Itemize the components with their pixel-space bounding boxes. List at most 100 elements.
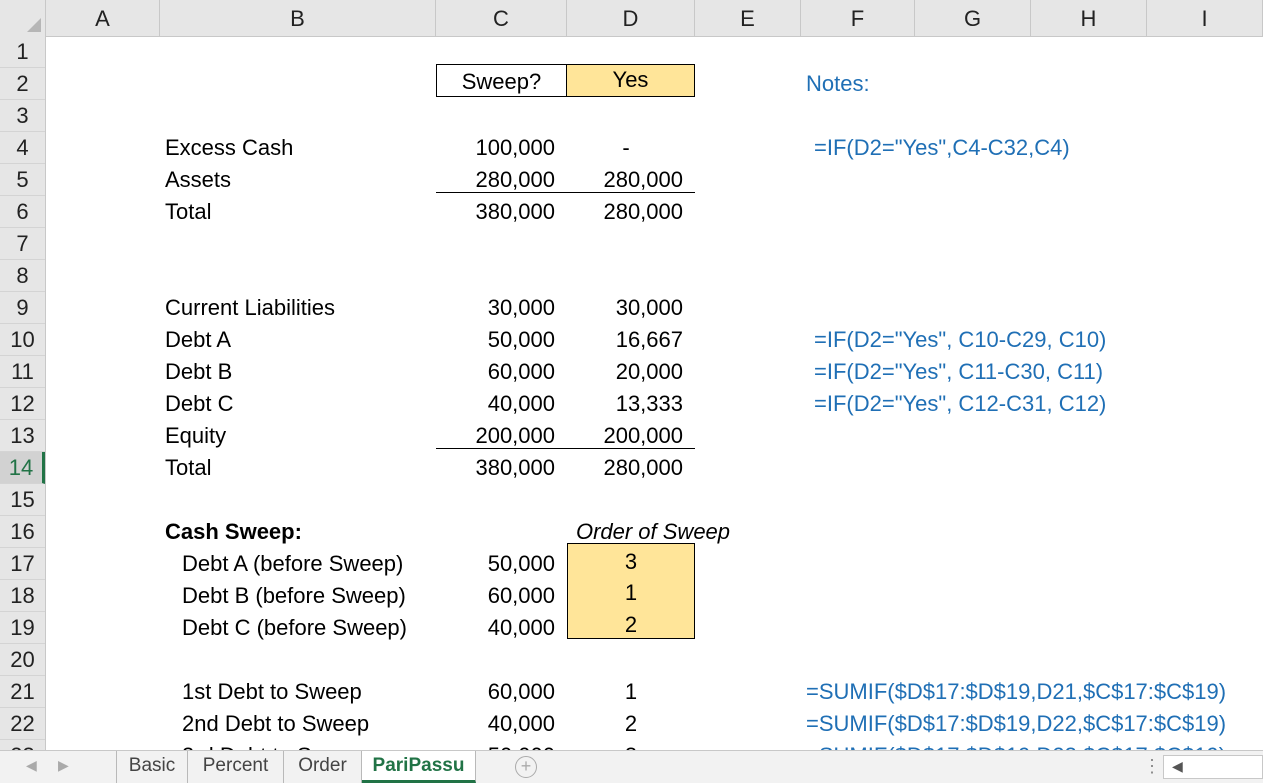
row-header[interactable]: 2 (0, 68, 45, 100)
row-header[interactable]: 1 (0, 36, 45, 68)
row-header[interactable]: 5 (0, 164, 45, 196)
underline-row5 (436, 192, 695, 193)
debt-a-sweep-order-input[interactable]: 3 (567, 543, 695, 576)
column-header-c[interactable]: C (436, 0, 567, 36)
column-header-h[interactable]: H (1031, 0, 1147, 36)
liabilities-total-c[interactable]: 380,000 (436, 452, 555, 484)
current-liabilities-d[interactable]: 30,000 (567, 292, 683, 324)
row-header[interactable]: 22 (0, 708, 45, 740)
scroll-left-arrow-icon[interactable]: ◀ (1172, 758, 1183, 775)
debt-b-sweep-order-input[interactable]: 1 (567, 575, 695, 608)
second-debt-to-sweep-label[interactable]: 2nd Debt to Sweep (182, 708, 436, 740)
tab-basic[interactable]: Basic (116, 751, 188, 783)
horizontal-scrollbar[interactable]: ◀ (1163, 755, 1263, 779)
row-header[interactable]: 17 (0, 548, 45, 580)
select-all-corner[interactable] (0, 0, 46, 36)
select-all-icon (27, 18, 41, 32)
column-header-a[interactable]: A (46, 0, 160, 36)
row-header[interactable]: 3 (0, 100, 45, 132)
row-header[interactable]: 20 (0, 644, 45, 676)
debt-a-before-sweep-value[interactable]: 50,000 (436, 548, 555, 580)
assets-label[interactable]: Assets (165, 164, 435, 196)
row-header[interactable]: 8 (0, 260, 45, 292)
row-header[interactable]: 9 (0, 292, 45, 324)
formula-note-row22[interactable]: =SUMIF($D$17:$D$19,D22,$C$17:$C$19) (806, 708, 1261, 740)
column-header-b[interactable]: B (160, 0, 436, 36)
row-header[interactable]: 16 (0, 516, 45, 548)
current-liabilities-label[interactable]: Current Liabilities (165, 292, 435, 324)
debt-a-d[interactable]: 16,667 (567, 324, 683, 356)
row-header[interactable]: 15 (0, 484, 45, 516)
row-header[interactable]: 12 (0, 388, 45, 420)
asset-total-label[interactable]: Total (165, 196, 435, 228)
debt-c-c[interactable]: 40,000 (436, 388, 555, 420)
row-header-bar: 1 2 3 4 5 6 7 8 9 10 11 12 13 14 15 16 1… (0, 36, 46, 750)
debt-b-before-sweep-value[interactable]: 60,000 (436, 580, 555, 612)
row-header[interactable]: 10 (0, 324, 45, 356)
formula-note-row10[interactable]: =IF(D2="Yes", C10-C29, C10) (814, 324, 1214, 356)
formula-note-row21[interactable]: =SUMIF($D$17:$D$19,D21,$C$17:$C$19) (806, 676, 1261, 708)
formula-note-row4[interactable]: =IF(D2="Yes",C4-C32,C4) (814, 132, 1214, 164)
tab-scroll-right-icon[interactable]: ▶ (58, 757, 69, 774)
excess-cash-c[interactable]: 100,000 (436, 132, 555, 164)
excess-cash-d[interactable]: - (591, 132, 661, 164)
row-header[interactable]: 6 (0, 196, 45, 228)
debt-c-sweep-order-input[interactable]: 2 (567, 607, 695, 639)
liabilities-total-d[interactable]: 280,000 (567, 452, 683, 484)
row-header[interactable]: 19 (0, 612, 45, 644)
column-header-i[interactable]: I (1147, 0, 1263, 36)
column-header-f[interactable]: F (801, 0, 915, 36)
cash-sweep-title[interactable]: Cash Sweep: (165, 516, 435, 548)
formula-note-row12[interactable]: =IF(D2="Yes", C12-C31, C12) (814, 388, 1214, 420)
debt-b-c[interactable]: 60,000 (436, 356, 555, 388)
debt-b-before-sweep-label[interactable]: Debt B (before Sweep) (182, 580, 436, 612)
row-header[interactable]: 18 (0, 580, 45, 612)
worksheet-grid[interactable]: Sweep? Yes Notes: Excess Cash 100,000 - … (46, 36, 1263, 750)
second-debt-to-sweep-rank[interactable]: 2 (567, 708, 695, 740)
row-header[interactable]: 23 (0, 740, 45, 750)
add-sheet-icon[interactable]: + (515, 756, 537, 778)
tab-paripassu[interactable]: PariPassu (362, 751, 476, 783)
debt-a-label[interactable]: Debt A (165, 324, 435, 356)
column-header-d[interactable]: D (567, 0, 695, 36)
debt-b-label[interactable]: Debt B (165, 356, 435, 388)
notes-label[interactable]: Notes: (806, 68, 926, 100)
current-liabilities-c[interactable]: 30,000 (436, 292, 555, 324)
debt-c-before-sweep-value[interactable]: 40,000 (436, 612, 555, 644)
debt-a-before-sweep-label[interactable]: Debt A (before Sweep) (182, 548, 436, 580)
first-debt-to-sweep-rank[interactable]: 1 (567, 676, 695, 708)
sweep-value-cell[interactable]: Yes (567, 64, 695, 97)
debt-c-label[interactable]: Debt C (165, 388, 435, 420)
tab-order[interactable]: Order (284, 751, 362, 783)
row-header[interactable]: 13 (0, 420, 45, 452)
second-debt-to-sweep-value[interactable]: 40,000 (436, 708, 555, 740)
tab-percent[interactable]: Percent (188, 751, 284, 783)
row-header-selected[interactable]: 14 (0, 452, 45, 484)
debt-a-c[interactable]: 50,000 (436, 324, 555, 356)
debt-c-before-sweep-label[interactable]: Debt C (before Sweep) (182, 612, 436, 644)
row-header[interactable]: 4 (0, 132, 45, 164)
row-header[interactable]: 11 (0, 356, 45, 388)
first-debt-to-sweep-value[interactable]: 60,000 (436, 676, 555, 708)
third-debt-to-sweep-value[interactable]: 50,000 (436, 740, 555, 750)
column-header-e[interactable]: E (695, 0, 801, 36)
third-debt-to-sweep-rank[interactable]: 3 (567, 740, 695, 750)
asset-total-d[interactable]: 280,000 (567, 196, 683, 228)
equity-label[interactable]: Equity (165, 420, 435, 452)
formula-note-row11[interactable]: =IF(D2="Yes", C11-C30, C11) (814, 356, 1214, 388)
column-header-g[interactable]: G (915, 0, 1031, 36)
liabilities-total-label[interactable]: Total (165, 452, 435, 484)
sweep-label-cell[interactable]: Sweep? (436, 64, 567, 97)
more-options-icon[interactable]: ⋮ (1143, 756, 1161, 777)
third-debt-to-sweep-label[interactable]: 3rd Debt to Sweep (182, 740, 436, 750)
formula-note-row23[interactable]: =SUMIF($D$17:$D$19,D23,$C$17:$C$19) (806, 740, 1261, 750)
row-header[interactable]: 21 (0, 676, 45, 708)
row-header[interactable]: 7 (0, 228, 45, 260)
first-debt-to-sweep-label[interactable]: 1st Debt to Sweep (182, 676, 436, 708)
debt-c-d[interactable]: 13,333 (567, 388, 683, 420)
excess-cash-label[interactable]: Excess Cash (165, 132, 435, 164)
asset-total-c[interactable]: 380,000 (436, 196, 555, 228)
debt-b-d[interactable]: 20,000 (567, 356, 683, 388)
tab-scroll-left-icon[interactable]: ◀ (26, 757, 37, 774)
column-header-bar: A B C D E F G H I (0, 0, 1263, 37)
